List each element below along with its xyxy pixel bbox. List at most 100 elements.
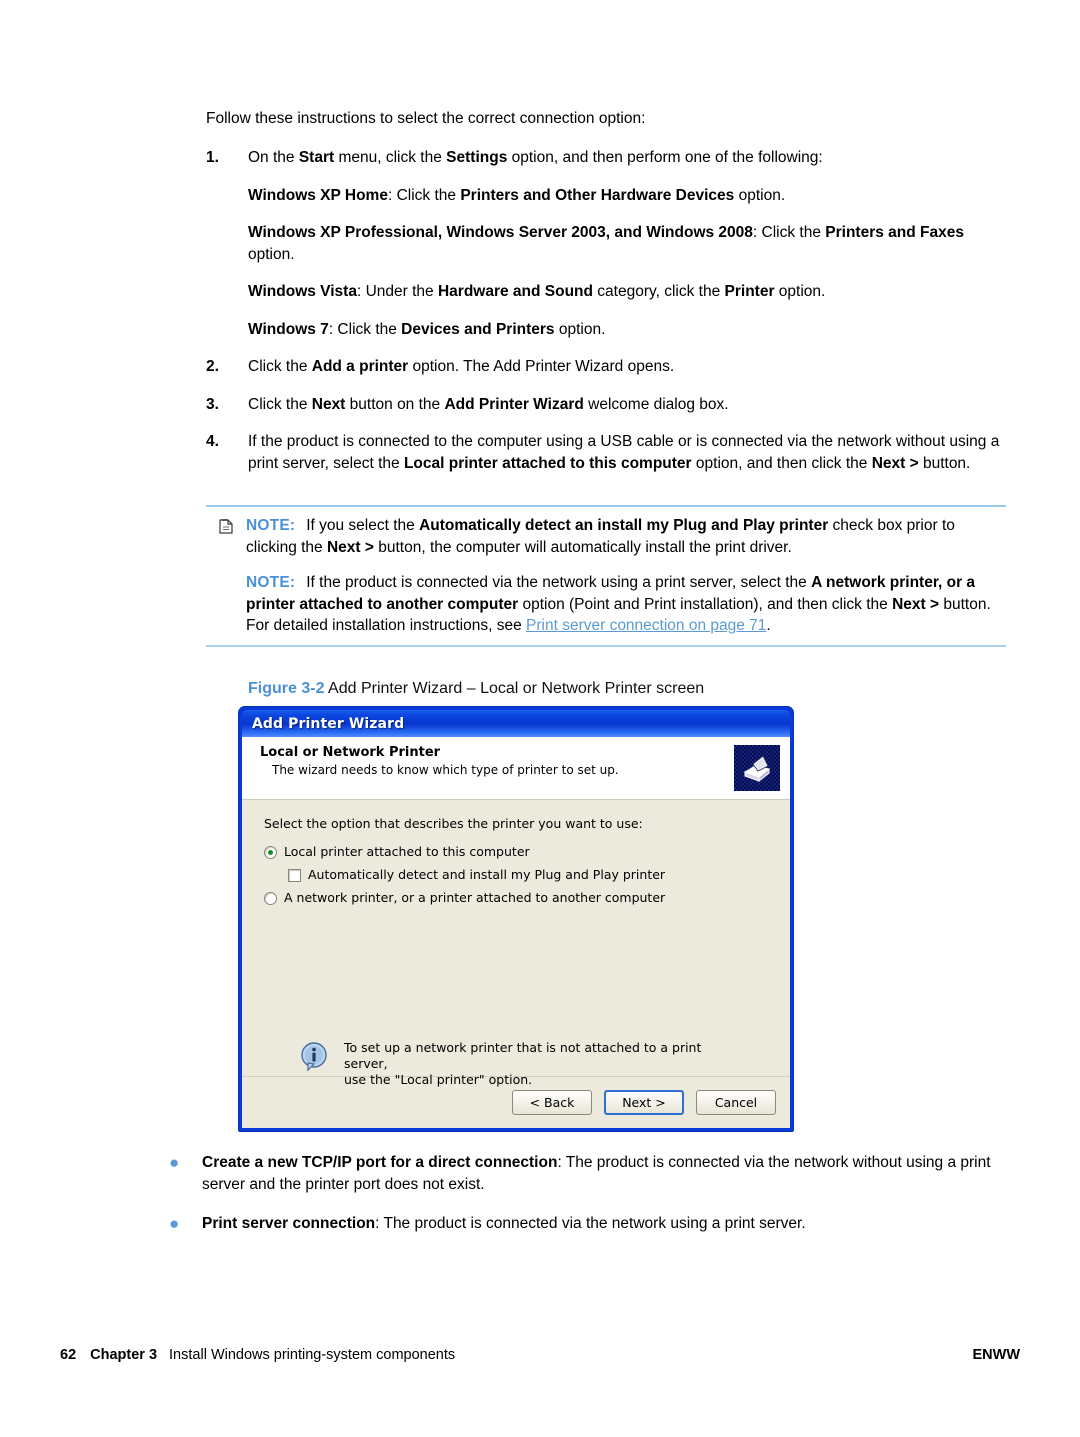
list-item-text: Create a new TCP/IP port for a direct co… [202,1152,1006,1195]
radio-button[interactable] [264,846,277,859]
step-body: Click the Add a printer option. The Add … [248,356,1006,394]
text-run: Click the [248,395,312,413]
text-run: Click the [248,358,312,375]
step-number: 4. [206,433,219,450]
figure-label: Figure 3-2 [248,680,325,697]
option-label: A network printer, or a printer attached… [284,890,666,905]
numbered-step: 3. Click the Next button on the Add Print… [206,394,1006,432]
emphasis-text: Local printer attached to this computer [403,454,692,472]
dialog-title: Add Printer Wizard [252,715,405,732]
emphasis-text: Settings [446,149,508,166]
radio-option-row[interactable]: A network printer, or a printer attached… [264,891,768,905]
checkbox[interactable] [288,869,301,882]
document-page: Follow these instructions to select the … [0,0,1080,1437]
numbered-step: 4. If the product is connected to the com… [206,431,1006,490]
bullet-list: ● Create a new TCP/IP port for a direct c… [166,1152,1006,1253]
add-printer-wizard-dialog: Add Printer Wizard Local or Network Prin… [238,706,794,1132]
emphasis-text: Add a printer [311,358,409,375]
text-run: If you select the [306,517,420,534]
text-run: option. [554,320,606,338]
emphasis-text: Next > [871,454,919,472]
text-run: If the product is connected via the netw… [306,574,812,591]
emphasis-text: Windows Vista [248,283,357,300]
text-run: : Click the [328,320,402,338]
note-paragraph: NOTE: If the product is connected via the… [206,572,1006,637]
dialog-header-subtitle: The wizard needs to know which type of p… [272,763,619,777]
step-number: 1. [206,149,219,166]
step-body: Click the Next button on the Add Printer… [248,394,1006,432]
text-run: option, and then perform one of the foll… [507,149,823,166]
option-label: Automatically detect and install my Plug… [308,867,666,882]
text-run: menu, click the [334,149,447,166]
text-run: option (Point and Print installation), a… [518,595,893,613]
step-paragraph: Windows 7: Click the Devices and Printer… [248,319,1006,341]
bullet-dot-icon: ● [169,1153,180,1172]
checkbox-option-row[interactable]: Automatically detect and install my Plug… [264,868,768,882]
next-button[interactable]: Next > [604,1090,684,1115]
step-paragraph: Click the Add a printer option. The Add … [248,356,1006,378]
emphasis-text: Start [298,149,335,166]
step-paragraph: Windows Vista: Under the Hardware and So… [248,281,1006,303]
dialog-info-line-2: use the "Local printer" option. [344,1072,533,1087]
dialog-titlebar: Add Printer Wizard [242,710,790,737]
figure-title: Add Printer Wizard – Local or Network Pr… [328,680,705,697]
note-bottom-rule [206,644,1006,647]
footer-page-number: 62 [60,1347,77,1363]
footer-chapter: Chapter 3 [90,1347,158,1363]
text-run: . [766,617,771,634]
dialog-header: Local or Network Printer The wizard need… [242,737,790,800]
emphasis-text: Printer [724,283,775,300]
step-number: 3. [206,395,219,413]
radio-button[interactable] [264,892,277,905]
text-run: welcome dialog box. [583,395,729,413]
step-body: If the product is connected to the compu… [248,431,1006,490]
note-label: NOTE: [246,517,296,534]
figure-caption: Figure 3-2 Add Printer Wizard – Local or… [248,679,704,699]
dialog-info-line-1: To set up a network printer that is not … [344,1040,702,1071]
printer-icon [734,745,780,791]
dialog-prompt: Select the option that describes the pri… [264,816,643,831]
list-item: ● Print server connection: The product is… [166,1213,1006,1235]
step-paragraph: Click the Next button on the Add Printer… [248,394,1006,416]
emphasis-text: Create a new TCP/IP port for a direct co… [202,1154,558,1171]
emphasis-text: Hardware and Sound [437,283,593,300]
step-paragraph: Windows XP Professional, Windows Server … [248,222,1006,265]
text-run: button. [918,454,971,472]
bullet-dot-icon: ● [169,1214,180,1233]
text-run: On the [248,149,299,166]
text-run: : Click the [387,186,461,204]
emphasis-text: Print server connection [202,1215,376,1232]
text-run: option. [248,245,295,263]
numbered-step-list: 1. On the Start menu, click the Settings … [206,147,1006,490]
emphasis-text: Printers and Other Hardware Devices [460,186,735,204]
info-icon [298,1040,332,1078]
step-number: 2. [206,358,219,375]
emphasis-text: Next [311,395,346,413]
emphasis-text: Windows 7 [248,320,329,338]
dialog-body: Select the option that describes the pri… [242,800,790,1087]
radio-option-row[interactable]: Local printer attached to this computer [264,845,768,859]
emphasis-text: Next > [892,595,940,613]
emphasis-text: Windows XP Home [248,186,388,204]
cross-reference-link[interactable]: Print server connection on page 71 [526,617,766,634]
numbered-step: 1. On the Start menu, click the Settings … [206,147,1006,356]
list-item-text: Print server connection: The product is … [202,1213,1006,1235]
emphasis-text: Devices and Printers [401,320,555,338]
step-paragraph: On the Start menu, click the Settings op… [248,147,1006,169]
option-label: Local printer attached to this computer [284,844,530,859]
step-paragraph: Windows XP Home: Click the Printers and … [248,185,1006,207]
note-label: NOTE: [246,574,296,591]
step-body: On the Start menu, click the Settings op… [248,147,1006,356]
emphasis-text: Next > [326,538,374,556]
cancel-button[interactable]: Cancel [696,1090,776,1115]
emphasis-text: Printers and Faxes [825,224,964,241]
text-run: option. [774,283,826,300]
back-button[interactable]: < Back [512,1090,592,1115]
text-run: : Under the [356,283,438,300]
emphasis-text: Windows XP Professional, Windows Server … [248,224,753,241]
text-run: option. [734,186,786,204]
intro-paragraph: Follow these instructions to select the … [206,110,646,127]
step-paragraph: If the product is connected to the compu… [248,431,1006,474]
footer-brand: ENWW [972,1347,1020,1363]
note-block: NOTE: If you select the Automatically det… [206,505,1006,647]
